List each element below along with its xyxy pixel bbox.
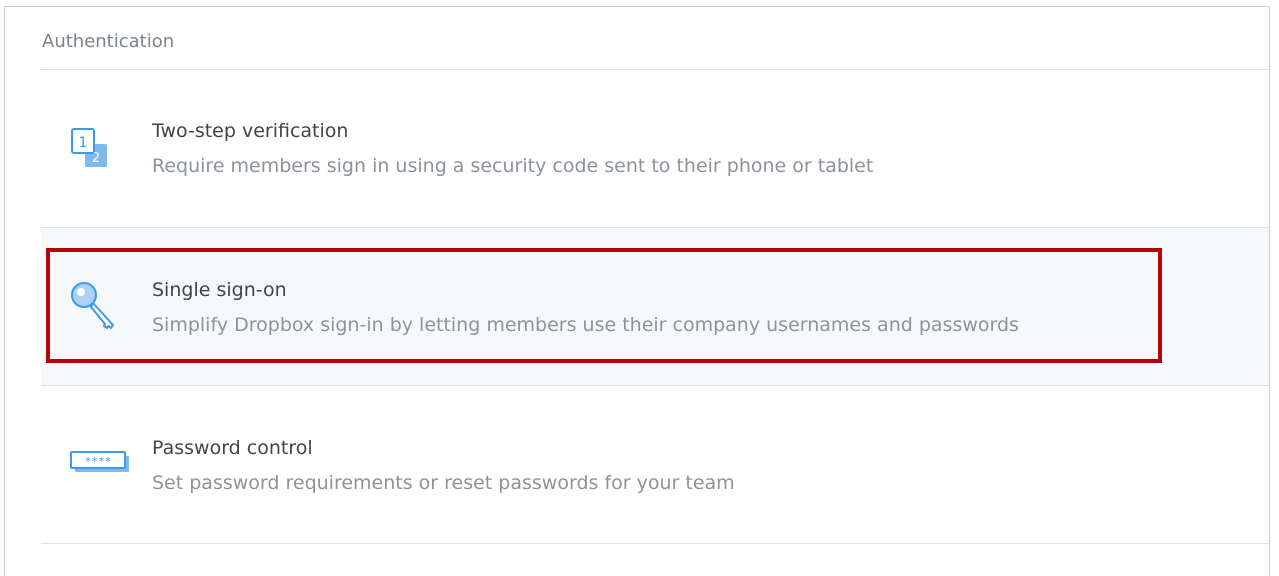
setting-row-password-control[interactable]: **** Password control Set password requi… <box>41 386 1269 543</box>
row-description: Require members sign in using a security… <box>152 155 874 177</box>
row-title: Password control <box>152 437 313 459</box>
setting-row-two-step-verification[interactable]: 2 1 Two-step verification Require member… <box>41 70 1269 227</box>
key-icon <box>69 278 125 329</box>
row-description: Simplify Dropbox sign-in by letting memb… <box>152 314 1019 336</box>
setting-row-single-sign-on[interactable]: Single sign-on Simplify Dropbox sign-in … <box>41 228 1269 385</box>
row-title: Single sign-on <box>152 279 287 301</box>
row-title: Two-step verification <box>152 120 349 142</box>
password-field-icon: **** <box>69 448 129 496</box>
two-step-icon: 2 1 <box>69 125 125 173</box>
svg-text:1: 1 <box>79 135 88 151</box>
row-description: Set password requirements or reset passw… <box>152 472 735 494</box>
section-header: Authentication <box>42 31 175 52</box>
divider <box>41 543 1269 544</box>
svg-text:****: **** <box>85 455 112 468</box>
settings-panel: Authentication 2 1 Two-step verification… <box>4 6 1270 576</box>
